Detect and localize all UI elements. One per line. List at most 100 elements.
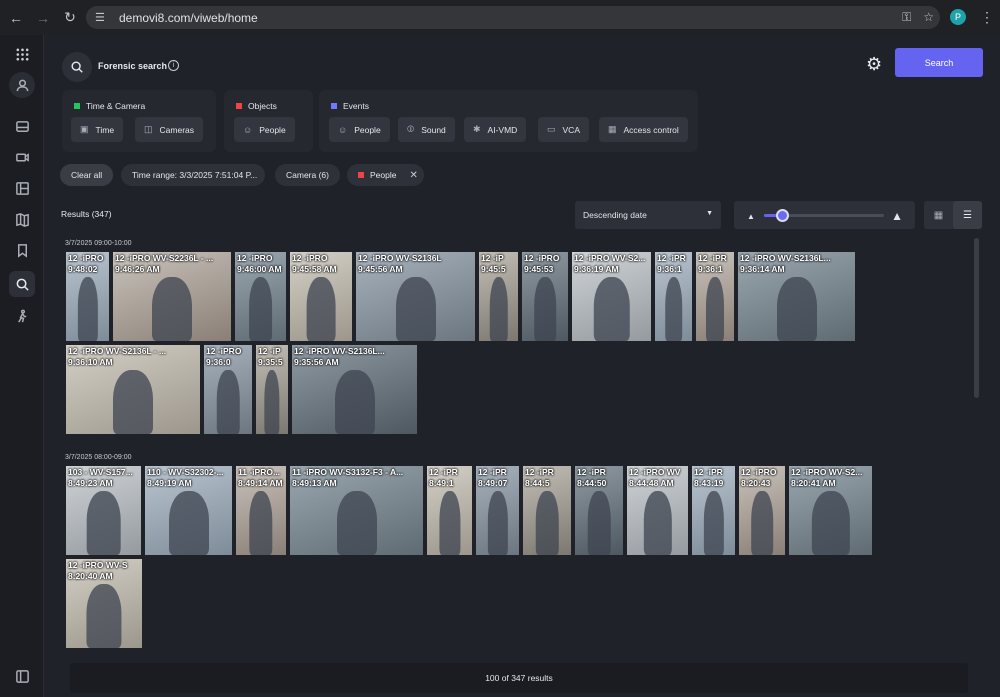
cameras-button[interactable]: ◫ Cameras <box>135 117 203 142</box>
profile-avatar[interactable]: P <box>950 9 966 25</box>
thumbnail-caption: 12 -iPR 8:43:19 <box>694 467 723 489</box>
result-thumbnail[interactable]: 12 -iPR 8:44:5 <box>522 465 572 556</box>
result-thumbnail[interactable]: 110 - WV-S32302-... 8:49:19 AM <box>144 465 233 556</box>
result-thumbnail[interactable]: 12 -iPRO 9:45:58 AM <box>289 251 353 342</box>
result-thumbnail[interactable]: 11 -iPRO WV-S3132-F3 - A... 8:49:13 AM <box>289 465 424 556</box>
result-thumbnail[interactable]: 12 -iPRO 9:46:00 AM <box>234 251 287 342</box>
thumbnail-time: 9:36:14 AM <box>740 264 785 274</box>
person-figure <box>534 277 556 341</box>
person-figure <box>438 491 461 555</box>
result-thumbnail[interactable]: 12 -iPRO WV-S2... 8:20:41 AM <box>788 465 873 556</box>
camera-icon[interactable] <box>9 144 35 170</box>
sound-button[interactable]: ⦷ Sound <box>398 117 455 142</box>
gear-icon[interactable]: ⚙ <box>866 54 882 75</box>
thumbnail-time: 9:45:58 AM <box>292 264 337 274</box>
thumbnail-caption: 12 -iPRO WV-S2136L... 9:35:56 AM <box>294 346 385 368</box>
layout-icon[interactable] <box>9 175 35 201</box>
result-thumbnail[interactable]: 12 -iPRO WV-S2236L - ... 9:46:26 AM <box>112 251 232 342</box>
result-thumbnail[interactable]: 12 -iPR 8:49:07 <box>475 465 520 556</box>
thumbnail-time: 9:36:1 <box>657 264 682 274</box>
result-thumbnail[interactable]: 12 -iPRO WV-S 8:20:40 AM <box>65 558 143 649</box>
person-walk-icon[interactable] <box>9 303 35 329</box>
result-thumbnail[interactable]: 12 -iPR 8:44:50 <box>574 465 624 556</box>
ai-vmd-button[interactable]: ✱ AI-VMD <box>464 117 527 142</box>
scrollbar[interactable] <box>974 238 979 398</box>
result-thumbnail[interactable]: 12 -iPRO 9:45:53 <box>521 251 569 342</box>
result-thumbnail[interactable]: 12 -iPRO WV-S2136L - ... 9:36:10 AM <box>65 344 201 435</box>
result-thumbnail[interactable]: 12 -iP 9:45:5 <box>478 251 519 342</box>
thumbnail-caption: 12 -iPRO 9:46:00 AM <box>237 253 282 275</box>
results-footer: 100 of 347 results <box>70 663 968 693</box>
bookmark-star-icon[interactable]: ☆ <box>923 10 934 25</box>
address-bar[interactable]: ☰ demovi8.com/viweb/home ⚿ ☆ <box>86 6 940 29</box>
group-title-text: Events <box>343 101 369 111</box>
result-thumbnail[interactable]: 12 -iPR 9:36:1 <box>654 251 693 342</box>
events-people-button[interactable]: ☺ People <box>329 117 390 142</box>
thumbnail-camera: 12 -iPRO <box>292 253 328 263</box>
access-control-icon: ▦ <box>608 124 617 134</box>
map-icon[interactable] <box>9 206 35 232</box>
person-figure <box>587 491 611 555</box>
slider-handle[interactable] <box>776 209 789 222</box>
result-thumbnail[interactable]: 12 -iPRO WV-S2136L... 9:36:14 AM <box>737 251 856 342</box>
thumbnail-camera: 12 -iPR <box>429 467 458 477</box>
grid-view-icon[interactable]: ▦ <box>924 201 953 229</box>
time-button[interactable]: ▣ Time <box>71 117 124 142</box>
thumbnail-camera: 12 -iPRO WV-S2136L... <box>294 346 385 356</box>
result-thumbnail[interactable]: 12 -iPRO WV-S2136L 9:45:56 AM <box>355 251 476 342</box>
result-thumbnail[interactable]: 12 -iPR 8:49:1 <box>426 465 473 556</box>
apps-grid-icon[interactable] <box>9 41 35 67</box>
result-thumbnail[interactable]: 12 -iPRO 9:48:02 <box>65 251 110 342</box>
result-thumbnail[interactable]: 11 -iPRO... 8:49:14 AM <box>235 465 287 556</box>
result-thumbnail[interactable]: 12 -iPR 8:43:19 <box>691 465 736 556</box>
camera-chip[interactable]: Camera (6) <box>275 164 340 186</box>
person-figure <box>113 370 153 434</box>
red-dot-icon <box>358 172 364 178</box>
close-icon[interactable]: ✕ <box>409 170 417 181</box>
person-figure <box>664 277 683 341</box>
user-icon[interactable] <box>9 72 35 98</box>
info-icon[interactable]: i <box>168 60 179 71</box>
result-thumbnail[interactable]: 12 -iPR 9:36:1 <box>695 251 735 342</box>
slider-track[interactable] <box>764 209 884 222</box>
browser-menu-icon[interactable]: ⋮ <box>980 9 994 26</box>
search-button[interactable]: Search <box>895 48 983 77</box>
time-range-chip[interactable]: Time range: 3/3/2025 7:51:04 P... <box>121 164 265 186</box>
camera-icon: ◫ <box>144 124 153 134</box>
thumbnail-time: 8:44:50 <box>577 478 607 488</box>
bookmark-icon[interactable] <box>9 237 35 263</box>
objects-people-button[interactable]: ☺ People <box>234 117 295 142</box>
result-thumbnail[interactable]: 12 -iPRO 9:36:0 <box>203 344 253 435</box>
reload-icon[interactable]: ↻ <box>59 7 81 29</box>
search-nav-icon[interactable] <box>9 271 35 297</box>
time-camera-group: Time & Camera ▣ Time ◫ Cameras <box>62 90 216 152</box>
people-chip[interactable]: People ✕ <box>347 164 424 186</box>
clear-all-button[interactable]: Clear all <box>60 164 114 186</box>
thumbnail-time: 9:35:5 <box>258 357 283 367</box>
thumbnail-time: 8:20:43 <box>741 478 771 488</box>
thumbnail-caption: 12 -iPRO 9:45:53 <box>524 253 559 275</box>
result-thumbnail[interactable]: 12 -iP 9:35:5 <box>255 344 289 435</box>
storage-icon[interactable] <box>9 113 35 139</box>
back-icon[interactable]: ← <box>5 7 27 29</box>
result-thumbnail[interactable]: 12 -iPRO 8:20:43 <box>738 465 786 556</box>
thumbnail-caption: 12 -iPR 9:36:1 <box>657 253 686 275</box>
forward-icon[interactable]: → <box>32 7 54 29</box>
result-thumbnail[interactable]: 103 - WV-S157... 8:49:23 AM <box>65 465 142 556</box>
person-figure <box>336 491 377 555</box>
result-thumbnail[interactable]: 12 -iPRO WV 8:44:48 AM <box>626 465 689 556</box>
thumbnail-camera: 12 -iPRO <box>68 253 104 263</box>
access-control-button[interactable]: ▦ Access control <box>599 117 688 142</box>
thumbnail-camera: 11 -iPRO... <box>238 467 281 477</box>
collapse-panel-icon[interactable] <box>9 663 35 689</box>
vca-button[interactable]: ▭ VCA <box>538 117 589 142</box>
ai-vmd-button-label: AI-VMD <box>487 124 518 135</box>
site-settings-icon[interactable]: ☰ <box>95 11 111 24</box>
list-view-icon[interactable]: ☰ <box>953 201 982 229</box>
sort-select[interactable]: Descending date ▼ <box>575 201 721 229</box>
result-thumbnail[interactable]: 12 -iPRO WV-S2... 9:36:19 AM <box>571 251 652 342</box>
key-icon[interactable]: ⚿ <box>902 10 911 25</box>
result-thumbnail[interactable]: 12 -iPRO WV-S2136L... 9:35:56 AM <box>291 344 418 435</box>
thumbnail-time: 9:35:56 AM <box>294 357 339 367</box>
thumbnail-size-slider[interactable]: ▲ ▲ <box>734 201 915 229</box>
